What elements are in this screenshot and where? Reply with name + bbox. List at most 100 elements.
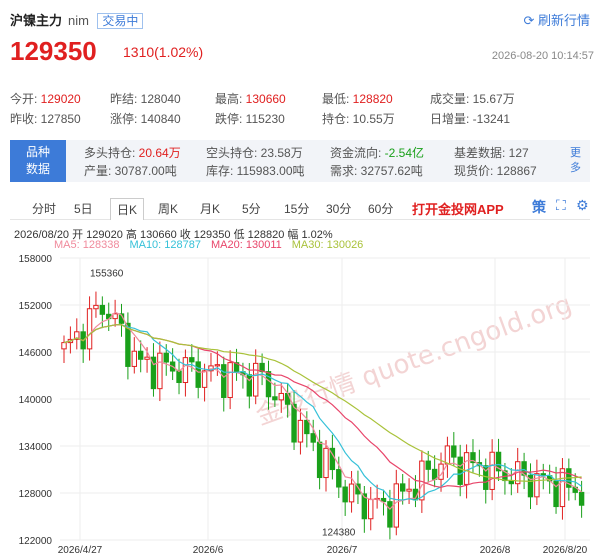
quote-header: 沪镍主力 nim 交易中 ⟳ 刷新行情 <box>10 10 590 30</box>
stat-label: 成交量: <box>430 92 470 106</box>
tab-0[interactable]: 分时 <box>26 198 62 219</box>
stat-label: 最低: <box>322 92 350 106</box>
candle-body <box>444 445 451 465</box>
var-value: -2.54亿 <box>381 146 425 160</box>
var-value: 20.64万 <box>135 146 181 160</box>
var-cell: 多头持仓: 20.64万 <box>84 144 181 161</box>
candle-body <box>176 370 182 384</box>
var-label: 产量: <box>84 164 112 178</box>
x-tick-label: 2026/8/20 <box>543 545 588 556</box>
open-app-link[interactable]: 打开金投网APP <box>412 199 504 218</box>
stat-cell: 成交量: 15.67万 <box>430 90 515 107</box>
candle-body <box>182 357 189 384</box>
x-tick-label: 2026/6 <box>193 545 224 556</box>
more-link[interactable]: 更多 <box>570 146 582 176</box>
stat-value: 140840 <box>137 112 181 126</box>
candle-body <box>578 491 585 506</box>
fullscreen-icon[interactable]: ⛶ <box>556 197 566 214</box>
var-value: 115983.00吨 <box>233 164 305 178</box>
refresh-button[interactable]: ⟳ 刷新行情 <box>523 10 590 29</box>
stats-row-2: 昨收: 127850 涨停: 140840 跌停: 115230 持仓: 10.55万… <box>10 110 590 130</box>
candle-body <box>131 350 137 367</box>
variety-data-panel: 品种 数据 多头持仓: 20.64万 空头持仓: 23.58万 资金流向: -2.5… <box>10 140 590 182</box>
stat-value: 128040 <box>137 92 181 106</box>
var-label: 多头持仓: <box>84 146 136 160</box>
candle-body <box>342 486 348 503</box>
y-tick-label: 122000 <box>19 536 53 547</box>
y-tick-label: 128000 <box>19 489 53 500</box>
badge-line-2: 数据 <box>25 162 50 176</box>
candle-body <box>387 501 393 528</box>
y-tick-label: 146000 <box>19 348 53 359</box>
candle-body <box>227 362 233 398</box>
stat-label: 昨结: <box>110 92 138 106</box>
candle-body <box>157 352 163 390</box>
var-cell: 产量: 30787.00吨 <box>84 162 177 179</box>
contract-name: 沪镍主力 <box>10 13 63 28</box>
candle-body <box>559 468 566 508</box>
candle-body <box>399 483 406 492</box>
contract-code: nim <box>68 13 89 28</box>
tab-2[interactable]: 日K <box>110 198 145 220</box>
x-tick-label: 2026/7 <box>327 545 358 556</box>
tab-5[interactable]: 5分 <box>236 198 267 219</box>
var-value: 128867 <box>493 164 537 178</box>
stat-label: 日增量: <box>430 112 470 126</box>
candle-body <box>463 452 470 485</box>
tab-8[interactable]: 60分 <box>362 198 399 219</box>
tab-3[interactable]: 周K <box>152 198 184 219</box>
settings-icon[interactable]: ⚙ <box>576 197 589 214</box>
kline-chart[interactable]: 金投行情 quote.cngold.org1580001520001460001… <box>0 250 600 559</box>
stats-row-1: 今开: 129020 昨结: 128040 最高: 130660 最低: 128820… <box>10 90 590 110</box>
var-value: 23.58万 <box>257 146 303 160</box>
stat-value: 15.67万 <box>469 92 515 106</box>
candle-body <box>93 304 99 310</box>
candle-body <box>163 352 169 363</box>
stat-cell: 日增量: -13241 <box>430 110 510 127</box>
stats-panel: 今开: 129020 昨结: 128040 最高: 130660 最低: 128820… <box>10 90 590 130</box>
candle-body <box>253 362 259 397</box>
refresh-label: 刷新行情 <box>537 13 590 28</box>
candle-body <box>451 445 457 458</box>
candle-body <box>304 419 310 435</box>
stat-label: 跌停: <box>215 112 243 126</box>
quote-timestamp: 2026-08-20 10:14:57 <box>491 50 594 62</box>
stat-value: 127850 <box>37 112 81 126</box>
var-label: 库存: <box>206 164 234 178</box>
x-tick-label: 2026/4/27 <box>58 545 103 556</box>
stat-cell: 最低: 128820 <box>322 90 393 107</box>
stat-value: -13241 <box>469 112 511 126</box>
var-value: 127 <box>505 146 529 160</box>
candle-body <box>86 308 93 350</box>
var-cell: 基差数据: 127 <box>454 144 529 161</box>
x-tick-label: 2026/8 <box>480 545 511 556</box>
stat-cell: 最高: 130660 <box>215 90 286 107</box>
strategy-icon[interactable]: 策 <box>532 197 546 217</box>
candle-body <box>61 342 67 350</box>
variety-data-badge[interactable]: 品种 数据 <box>10 140 66 182</box>
candle-body <box>201 370 208 388</box>
price-change: 1310(1.02%) <box>123 44 204 60</box>
y-tick-label: 152000 <box>19 301 53 312</box>
stat-value: 130660 <box>242 92 286 106</box>
stat-label: 涨停: <box>110 112 138 126</box>
stat-cell: 昨收: 127850 <box>10 110 81 127</box>
variety-row-1: 多头持仓: 20.64万 空头持仓: 23.58万 资金流向: -2.54亿 基差数据… <box>84 144 574 162</box>
variety-row-2: 产量: 30787.00吨 库存: 115983.00吨 需求: 32757.62吨… <box>84 162 574 180</box>
var-cell: 现货价: 128867 <box>454 162 537 179</box>
candle-body <box>195 361 201 388</box>
var-label: 现货价: <box>454 164 494 178</box>
var-cell: 空头持仓: 23.58万 <box>206 144 303 161</box>
variety-grid: 多头持仓: 20.64万 空头持仓: 23.58万 资金流向: -2.54亿 基差数据… <box>84 144 574 180</box>
stat-label: 持仓: <box>322 112 350 126</box>
tab-4[interactable]: 月K <box>194 198 226 219</box>
candle-body <box>272 396 278 401</box>
candle-body <box>316 441 323 479</box>
tab-6[interactable]: 15分 <box>278 198 315 219</box>
stat-value: 10.55万 <box>349 112 395 126</box>
stat-label: 最高: <box>215 92 243 106</box>
candle-body <box>144 356 150 360</box>
stat-value: 115230 <box>242 112 285 126</box>
tab-1[interactable]: 5日 <box>68 198 99 219</box>
tab-7[interactable]: 30分 <box>320 198 357 219</box>
